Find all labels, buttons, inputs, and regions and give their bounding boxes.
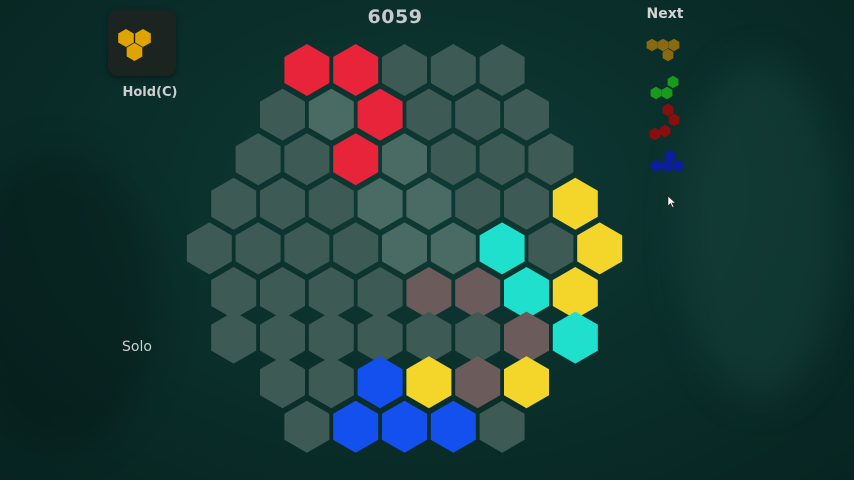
- board-cell[interactable]: [333, 222, 379, 275]
- board-cell[interactable]: [235, 222, 281, 275]
- board-cell[interactable]: [260, 311, 305, 364]
- board-cell[interactable]: [504, 267, 549, 319]
- board-cell[interactable]: [333, 44, 379, 96]
- board-cell[interactable]: [382, 133, 427, 186]
- board-cell[interactable]: [260, 177, 305, 230]
- board-cell[interactable]: [357, 88, 403, 141]
- board-cell[interactable]: [552, 177, 598, 230]
- board-cell[interactable]: [308, 88, 354, 141]
- board-cell[interactable]: [528, 133, 574, 186]
- board-cell[interactable]: [479, 44, 525, 96]
- board-cell[interactable]: [284, 222, 330, 275]
- board-cell[interactable]: [455, 88, 501, 141]
- board-cell[interactable]: [455, 177, 501, 230]
- board-cell[interactable]: [211, 177, 257, 230]
- board-cell[interactable]: [406, 311, 452, 364]
- board-cell[interactable]: [284, 44, 330, 96]
- board-cell[interactable]: [577, 222, 623, 275]
- board-cell[interactable]: [186, 222, 232, 275]
- board-cell[interactable]: [284, 133, 330, 186]
- board-cell[interactable]: [504, 88, 549, 141]
- board-cell[interactable]: [504, 311, 549, 364]
- board-cell[interactable]: [479, 133, 525, 186]
- board-cell[interactable]: [357, 356, 403, 409]
- board-cell[interactable]: [479, 400, 525, 453]
- hex-board[interactable]: [0, 0, 854, 480]
- board-cell[interactable]: [284, 400, 330, 453]
- board-cell[interactable]: [357, 311, 403, 364]
- board-cell[interactable]: [430, 44, 476, 96]
- board-cell[interactable]: [235, 133, 281, 186]
- board-cell[interactable]: [260, 356, 305, 409]
- board-cell[interactable]: [357, 177, 403, 230]
- board-cell[interactable]: [406, 177, 452, 230]
- board-cell[interactable]: [308, 356, 354, 409]
- board-cell[interactable]: [430, 222, 476, 275]
- board-cell[interactable]: [552, 267, 598, 319]
- board-cell[interactable]: [504, 177, 549, 230]
- board-cell[interactable]: [382, 400, 427, 453]
- board-cell[interactable]: [430, 133, 476, 186]
- board-cell[interactable]: [406, 356, 452, 409]
- board-cell[interactable]: [528, 222, 574, 275]
- board-cell[interactable]: [406, 267, 452, 319]
- board-cell[interactable]: [406, 88, 452, 141]
- board-cell[interactable]: [455, 356, 501, 409]
- board-cell[interactable]: [455, 311, 501, 364]
- board-cell[interactable]: [308, 311, 354, 364]
- board-cell[interactable]: [260, 88, 305, 141]
- board-cell[interactable]: [552, 311, 598, 364]
- board-cell[interactable]: [308, 177, 354, 230]
- mouse-cursor-icon: [667, 195, 677, 208]
- board-cell[interactable]: [455, 267, 501, 319]
- board-cell[interactable]: [382, 44, 427, 96]
- board-cell[interactable]: [333, 133, 379, 186]
- board-cell[interactable]: [430, 400, 476, 453]
- board-cell[interactable]: [357, 267, 403, 319]
- board-cell[interactable]: [382, 222, 427, 275]
- board-cell[interactable]: [260, 267, 305, 319]
- board-cell[interactable]: [308, 267, 354, 319]
- board-cell[interactable]: [504, 356, 549, 409]
- board-cell[interactable]: [211, 311, 257, 364]
- board-cell[interactable]: [211, 267, 257, 319]
- board-cell[interactable]: [479, 222, 525, 275]
- board-cell[interactable]: [333, 400, 379, 453]
